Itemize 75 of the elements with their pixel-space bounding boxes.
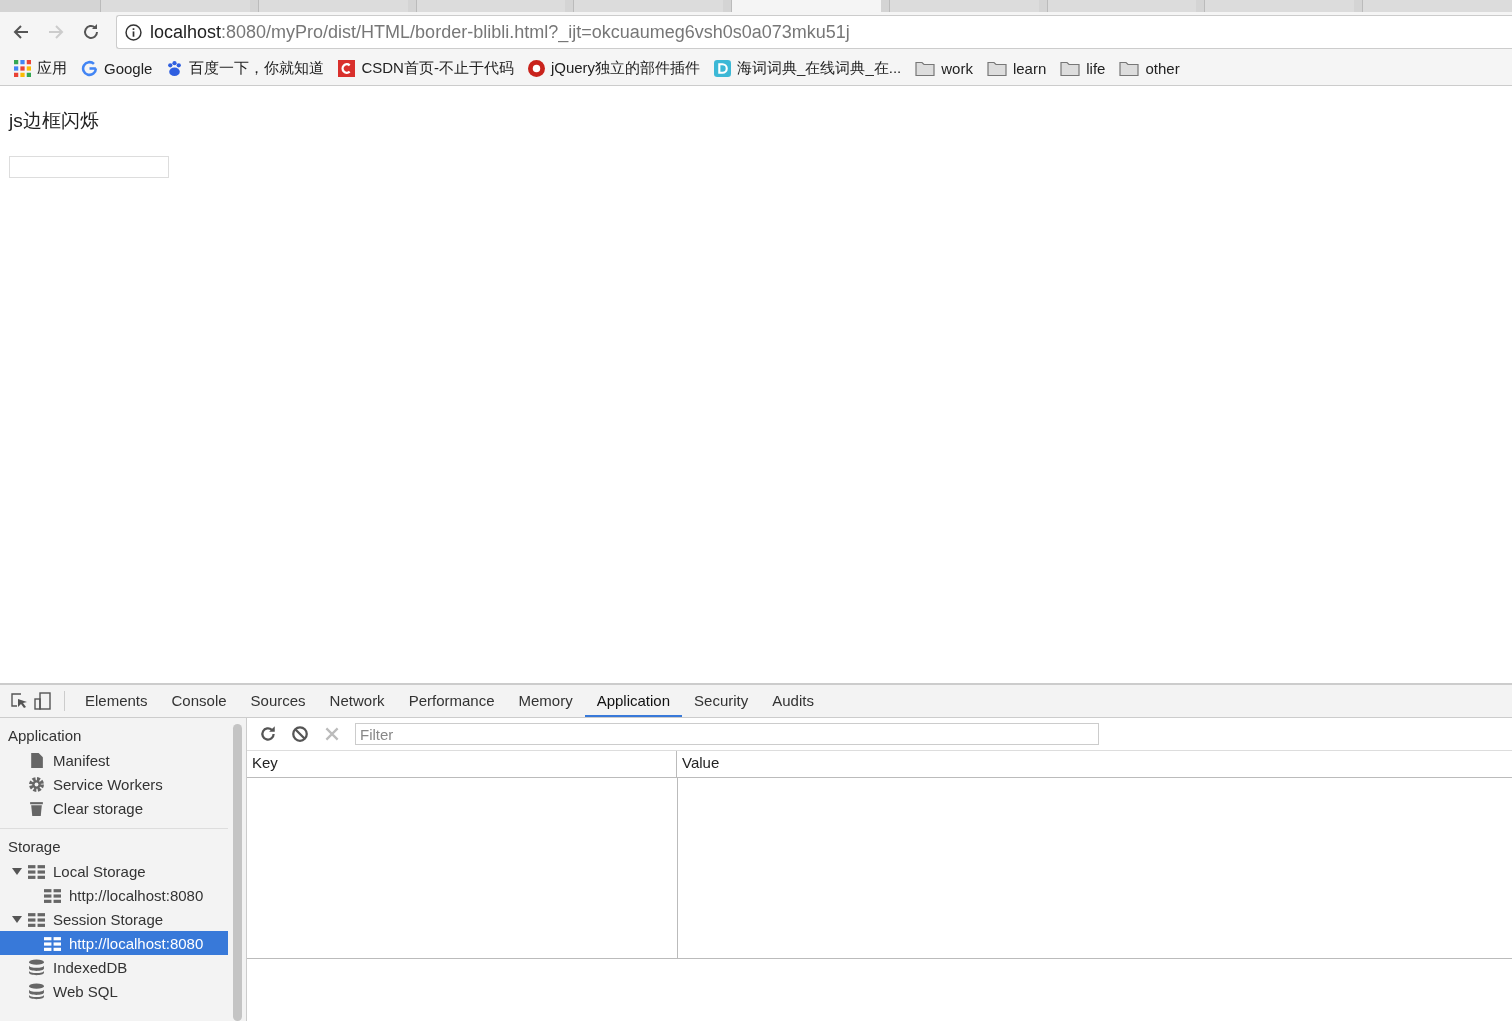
paw-icon — [166, 60, 184, 77]
apps-grid-icon — [14, 60, 31, 77]
grid-icon — [28, 910, 45, 928]
browser-tab[interactable] — [1362, 0, 1512, 12]
bookmark[interactable]: jQuery独立的部件插件 — [527, 59, 701, 78]
folder-icon — [1060, 60, 1081, 77]
circle-logo-icon — [527, 60, 545, 77]
tree-item[interactable]: Session Storage — [0, 907, 228, 931]
bookmark[interactable]: 海词词典_在线词典_在... — [714, 59, 902, 78]
info-icon — [125, 23, 142, 41]
file-icon — [28, 751, 45, 769]
devtools-tab[interactable]: Elements — [73, 685, 160, 717]
address-bar[interactable]: localhost:8080/myPro/dist/HTML/border-blibli.html?_ijt=okcuaumeg6vsh0s0a073mku51j — [116, 15, 1512, 49]
column-header[interactable]: Value — [677, 751, 1512, 777]
page-heading: js边框闪烁 — [9, 109, 99, 133]
database-icon — [28, 982, 45, 1000]
browser-tab[interactable] — [573, 0, 724, 12]
d-logo-icon — [714, 60, 732, 77]
browser-tab[interactable] — [1046, 0, 1197, 12]
refresh-icon[interactable] — [259, 725, 277, 743]
c-logo-icon — [338, 60, 356, 77]
tree-item[interactable]: Local Storage — [0, 859, 228, 883]
devtools-tab[interactable]: Console — [159, 685, 239, 717]
folder-icon — [1119, 60, 1140, 77]
bookmark[interactable]: Google — [81, 60, 153, 77]
browser-tab[interactable] — [888, 0, 1039, 12]
trash-icon — [28, 799, 45, 817]
browser-tab[interactable] — [100, 0, 250, 12]
bookmark[interactable]: 应用 — [14, 59, 67, 78]
devtools-tab[interactable]: Sources — [238, 685, 318, 717]
folder-icon — [986, 60, 1007, 77]
devtools-tab[interactable]: Network — [317, 685, 397, 717]
tree-item[interactable]: Manifest — [0, 748, 228, 772]
gear-icon — [28, 775, 45, 793]
tree-item[interactable]: http://localhost:8080 — [0, 883, 228, 907]
scrollbar-thumb[interactable] — [232, 724, 242, 1021]
bookmark[interactable]: learn — [986, 60, 1047, 77]
tree-item[interactable]: Clear storage — [0, 796, 228, 820]
g-logo-icon — [81, 60, 98, 77]
grid-icon — [28, 862, 45, 880]
tree-item[interactable]: IndexedDB — [0, 955, 228, 979]
input-field[interactable] — [9, 156, 169, 178]
section-title: Application — [7, 726, 83, 746]
bookmark[interactable]: work — [915, 60, 973, 77]
delete-icon[interactable] — [323, 725, 341, 743]
devtools-tab[interactable]: Memory — [506, 685, 585, 717]
devtools-tab[interactable]: Performance — [396, 685, 507, 717]
device-icon[interactable] — [34, 692, 52, 710]
grid-icon — [44, 886, 61, 904]
bookmark[interactable]: other — [1119, 60, 1180, 77]
browser-tab[interactable] — [257, 0, 408, 12]
grid-icon — [44, 934, 61, 952]
tree-item[interactable]: http://localhost:8080 — [0, 931, 228, 955]
browser-tab[interactable] — [731, 0, 881, 12]
bookmark[interactable]: 百度一下，你就知道 — [166, 59, 325, 78]
bookmark[interactable]: CSDN首页-不止于代码 — [338, 59, 514, 78]
tree-item[interactable]: Web SQL — [0, 979, 228, 1003]
devtools-tab[interactable]: Security — [682, 685, 761, 717]
clear-icon[interactable] — [291, 725, 309, 743]
expand-arrow-icon[interactable] — [12, 914, 22, 924]
filter-field[interactable]: Filter — [355, 723, 1099, 745]
browser-tab[interactable] — [1204, 0, 1355, 12]
folder-icon — [915, 60, 936, 77]
bookmark[interactable]: life — [1060, 60, 1106, 77]
column-header[interactable]: Key — [247, 751, 677, 777]
devtools-tab[interactable]: Audits — [760, 685, 826, 717]
browser-tab[interactable] — [415, 0, 566, 12]
inspect-icon[interactable] — [10, 692, 28, 710]
tree-item[interactable]: Service Workers — [0, 772, 228, 796]
expand-arrow-icon[interactable] — [12, 866, 22, 876]
url-text: localhost:8080/myPro/dist/HTML/border-blibli.html?_ijt=okcuaumeg6vsh0s0a073mku51j — [150, 21, 850, 43]
section-title: Storage — [7, 837, 62, 857]
reload-icon[interactable] — [81, 22, 101, 42]
database-icon — [28, 958, 45, 976]
devtools-tab[interactable]: Application — [584, 685, 683, 717]
